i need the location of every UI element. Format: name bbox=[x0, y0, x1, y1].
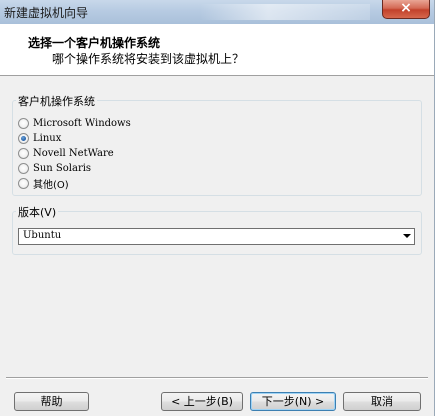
close-icon: × bbox=[400, 0, 412, 16]
radio-button[interactable] bbox=[18, 147, 29, 159]
page-title: 选择一个客户机操作系统 bbox=[28, 36, 161, 50]
radio-sun-solaris[interactable]: Sun Solaris bbox=[18, 161, 91, 175]
radio-button[interactable] bbox=[18, 117, 29, 129]
page-subtitle: 哪个操作系统将安装到该虚拟机上？ bbox=[52, 52, 245, 66]
radio-label: Novell NetWare bbox=[33, 147, 114, 159]
radio-linux[interactable]: Linux bbox=[18, 131, 61, 145]
radio-label: Sun Solaris bbox=[33, 162, 92, 174]
version-selected-value: Ubuntu bbox=[23, 230, 62, 241]
radio-label: 其他(O) bbox=[33, 179, 69, 191]
guest-os-legend: 客户机操作系统 bbox=[16, 93, 97, 109]
next-button[interactable]: 下一步(N) > bbox=[250, 392, 336, 411]
radio-other[interactable]: 其他(O) bbox=[18, 176, 69, 191]
radio-microsoft-windows[interactable]: Microsoft Windows bbox=[18, 116, 131, 130]
help-button[interactable]: 帮助 bbox=[14, 392, 89, 411]
back-button[interactable]: < 上一步(B) bbox=[161, 392, 243, 411]
title-bar[interactable]: 新建虚拟机向导 × bbox=[0, 0, 434, 24]
chevron-down-icon[interactable] bbox=[403, 234, 411, 238]
radio-label: Linux bbox=[33, 132, 62, 144]
window-title: 新建虚拟机向导 bbox=[4, 6, 89, 20]
new-vm-wizard-window: 新建虚拟机向导 × 选择一个客户机操作系统 哪个操作系统将安装到该虚拟机上？ 客… bbox=[0, 0, 435, 416]
radio-button[interactable] bbox=[18, 162, 29, 174]
wizard-header: 选择一个客户机操作系统 哪个操作系统将安装到该虚拟机上？ bbox=[0, 24, 434, 76]
radio-label: Microsoft Windows bbox=[33, 117, 131, 129]
title-bar-reflection bbox=[200, 4, 370, 20]
radio-button-selected[interactable] bbox=[18, 132, 29, 144]
cancel-button[interactable]: 取消 bbox=[343, 392, 421, 411]
version-legend: 版本(V) bbox=[16, 204, 59, 220]
close-button[interactable]: × bbox=[382, 0, 430, 19]
footer-divider bbox=[6, 377, 428, 379]
version-dropdown[interactable]: Ubuntu bbox=[18, 228, 415, 245]
radio-novell-netware[interactable]: Novell NetWare bbox=[18, 146, 114, 160]
radio-button[interactable] bbox=[18, 177, 29, 189]
